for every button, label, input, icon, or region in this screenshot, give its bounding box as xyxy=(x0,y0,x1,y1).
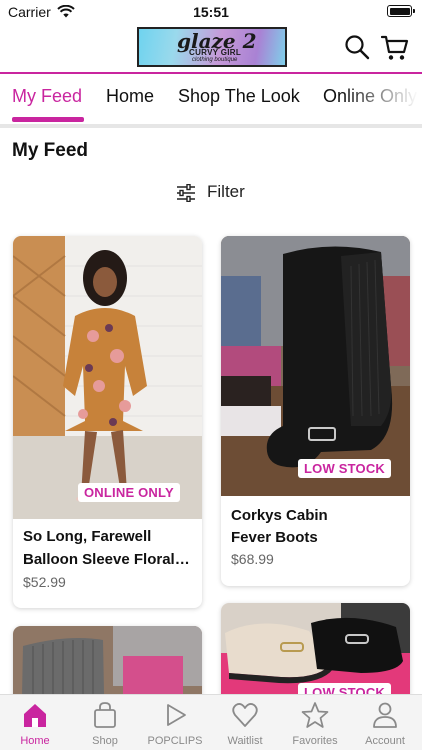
page-title: My Feed xyxy=(12,140,89,161)
tabbar-label: Account xyxy=(365,735,405,747)
home-icon xyxy=(24,704,46,727)
logo-line1: CURVY GIRL xyxy=(189,48,242,57)
product-card[interactable]: ONLINE ONLY So Long, Farewell Balloon Sl… xyxy=(13,236,202,608)
heart-icon xyxy=(232,703,258,727)
tab-shop-the-look[interactable]: Shop The Look xyxy=(178,86,300,107)
tabs-divider xyxy=(0,124,422,128)
store-logo[interactable]: glaze 2 CURVY GIRL clothing boutique xyxy=(137,27,287,67)
cart-button[interactable] xyxy=(380,34,409,62)
bottom-tab-bar: Home Shop POPCLIPS Waitlist Favorites Ac… xyxy=(0,694,422,750)
tabbar-item-favorites[interactable]: Favorites xyxy=(280,695,350,750)
search-icon xyxy=(345,35,370,60)
play-icon xyxy=(167,704,186,726)
filter-icon xyxy=(177,184,195,202)
tabbar-label: POPCLIPS xyxy=(147,735,203,747)
tabbar-label: Shop xyxy=(92,735,118,747)
tabbar-item-home[interactable]: Home xyxy=(0,695,70,750)
tabbar-label: Favorites xyxy=(292,735,338,747)
active-tab-indicator xyxy=(12,117,84,122)
product-name-line2: Balloon Sleeve Floral… xyxy=(23,551,190,568)
person-icon xyxy=(373,702,397,728)
product-card[interactable]: LOW STOCK Corkys Cabin Fever Boots $68.9… xyxy=(221,236,410,586)
product-badge: LOW STOCK xyxy=(298,459,391,478)
product-price: $68.99 xyxy=(231,551,274,567)
battery-icon xyxy=(387,5,415,17)
tab-home[interactable]: Home xyxy=(106,86,154,107)
tabbar-item-popclips[interactable]: POPCLIPS xyxy=(140,695,210,750)
star-icon xyxy=(301,702,329,728)
shopping-bag-icon xyxy=(94,702,116,728)
logo-line2: clothing boutique xyxy=(192,57,238,63)
product-badge: ONLINE ONLY xyxy=(78,483,180,502)
cart-icon xyxy=(380,35,409,60)
status-bar: Carrier 15:51 xyxy=(0,0,422,24)
product-image xyxy=(221,236,410,496)
tabbar-item-shop[interactable]: Shop xyxy=(70,695,140,750)
clock: 15:51 xyxy=(193,4,229,20)
product-name-line2: Fever Boots xyxy=(231,529,318,546)
product-image xyxy=(13,236,202,519)
filter-label: Filter xyxy=(207,182,245,201)
tabbar-item-waitlist[interactable]: Waitlist xyxy=(210,695,280,750)
tabbar-label: Home xyxy=(20,735,50,747)
app-header: glaze 2 CURVY GIRL clothing boutique xyxy=(0,24,422,72)
tab-my-feed[interactable]: My Feed xyxy=(12,86,82,107)
product-price: $52.99 xyxy=(23,574,66,590)
search-button[interactable] xyxy=(344,34,372,62)
product-name-line1: Corkys Cabin xyxy=(231,507,328,524)
tabs-fade xyxy=(342,74,422,124)
product-name-line1: So Long, Farewell xyxy=(23,528,152,545)
top-tabs: My Feed Home Shop The Look Online Only xyxy=(0,74,422,124)
tabbar-item-account[interactable]: Account xyxy=(350,695,420,750)
tabbar-label: Waitlist xyxy=(227,735,263,747)
